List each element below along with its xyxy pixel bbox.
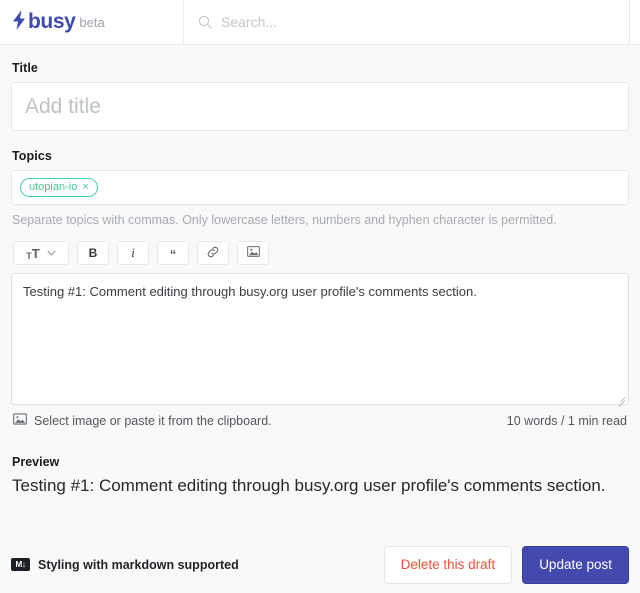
markdown-icon: M↓ bbox=[11, 558, 30, 571]
image-icon bbox=[246, 245, 260, 261]
search-input[interactable] bbox=[221, 14, 521, 30]
markdown-note: M↓ Styling with markdown supported bbox=[11, 558, 384, 572]
search-icon bbox=[198, 15, 212, 29]
image-hint[interactable]: Select image or paste it from the clipbo… bbox=[13, 412, 272, 429]
preview-body: Testing #1: Comment editing through busy… bbox=[12, 476, 606, 495]
italic-button[interactable]: i bbox=[117, 241, 149, 265]
brand-name: busy bbox=[28, 10, 76, 33]
delete-draft-button[interactable]: Delete this draft bbox=[383, 545, 513, 584]
image-upload-icon bbox=[13, 412, 27, 429]
lightning-bolt-icon bbox=[12, 10, 26, 34]
link-icon bbox=[206, 245, 220, 262]
image-hint-text: Select image or paste it from the clipbo… bbox=[34, 413, 272, 428]
title-label: Title bbox=[12, 61, 38, 75]
topics-help-text: Separate topics with commas. Only lowerc… bbox=[12, 213, 557, 227]
topic-tag[interactable]: utopian-io × bbox=[20, 178, 98, 197]
text-size-button[interactable]: TT bbox=[13, 241, 69, 265]
markdown-note-text: Styling with markdown supported bbox=[38, 557, 239, 572]
italic-icon: i bbox=[131, 245, 135, 260]
editor-footer: Select image or paste it from the clipbo… bbox=[11, 412, 629, 429]
brand-beta-badge: beta bbox=[79, 14, 105, 30]
header-inner: busy beta bbox=[0, 0, 630, 44]
bold-icon: B bbox=[88, 246, 98, 260]
text-size-icon: TT bbox=[26, 245, 40, 261]
word-count: 10 words / 1 min read bbox=[506, 413, 627, 428]
post-body-textarea[interactable]: Testing #1: Comment editing through busy… bbox=[11, 273, 629, 405]
editor-toolbar: TT B i “ bbox=[13, 241, 629, 265]
quote-button[interactable]: “ bbox=[157, 241, 189, 265]
editor-wrapper: Testing #1: Comment editing through busy… bbox=[11, 273, 629, 408]
preview-label: Preview bbox=[12, 455, 60, 469]
update-post-button[interactable]: Update post bbox=[522, 545, 629, 584]
page-footer: M↓ Styling with markdown supported Delet… bbox=[0, 536, 640, 593]
quote-icon: “ bbox=[169, 246, 177, 262]
link-button[interactable] bbox=[197, 241, 229, 265]
image-button[interactable] bbox=[237, 241, 269, 265]
topics-label: Topics bbox=[12, 149, 52, 163]
bold-button[interactable]: B bbox=[77, 241, 109, 265]
topic-tag-remove-icon[interactable]: × bbox=[82, 182, 88, 193]
page-root: busy beta Title Topics utopian-io bbox=[0, 0, 640, 593]
app-header: busy beta bbox=[0, 0, 640, 45]
brand-logo[interactable]: busy beta bbox=[0, 0, 184, 44]
title-input[interactable] bbox=[11, 82, 629, 131]
topics-input[interactable]: utopian-io × bbox=[11, 170, 629, 205]
editor-content: Title Topics utopian-io × Separate topic… bbox=[0, 45, 640, 498]
topic-tag-label: utopian-io bbox=[29, 181, 78, 193]
search-area[interactable] bbox=[184, 0, 629, 44]
chevron-down-icon bbox=[47, 248, 56, 258]
